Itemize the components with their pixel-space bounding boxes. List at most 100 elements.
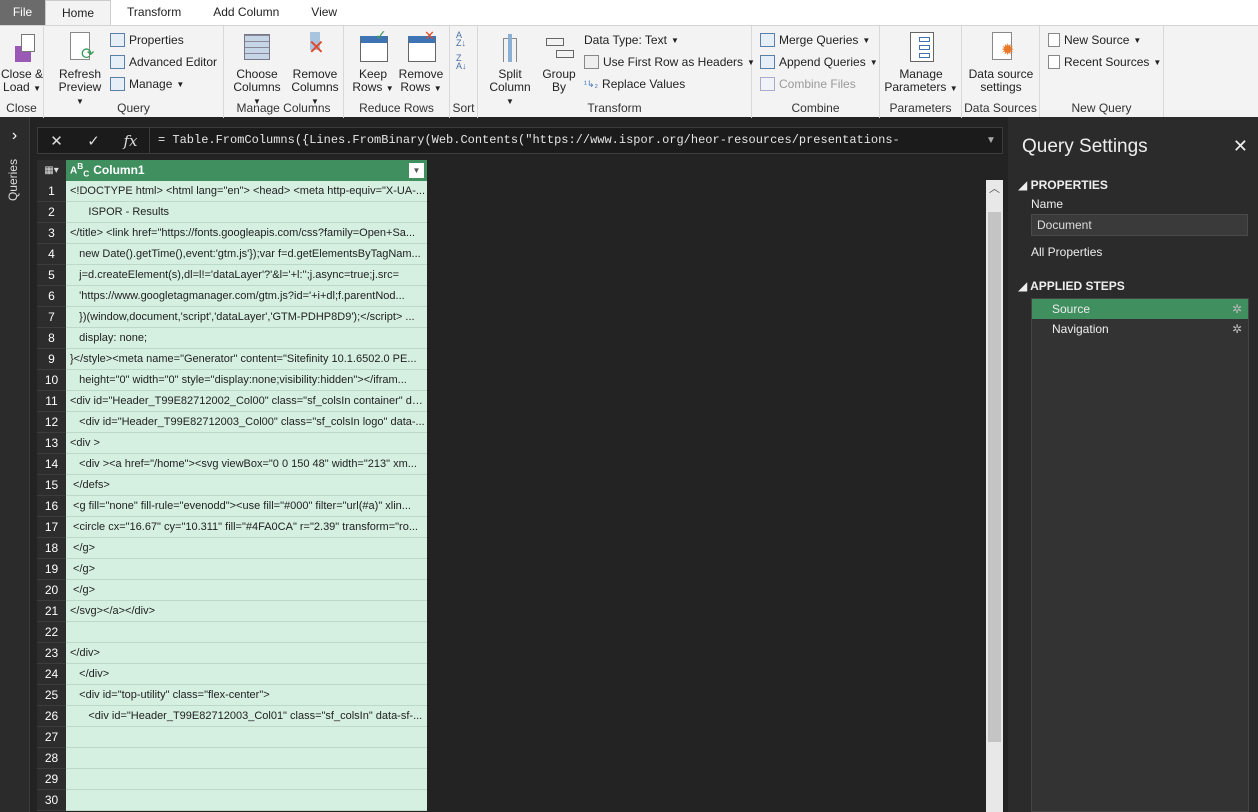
row-number[interactable]: 30 (37, 790, 66, 811)
row-number[interactable]: 8 (37, 328, 66, 349)
row-number[interactable]: 27 (37, 727, 66, 748)
gear-icon[interactable]: ✲ (1232, 299, 1242, 319)
table-cell[interactable]: new Date().getTime(),event:'gtm.js'});va… (66, 244, 427, 265)
tab-add-column[interactable]: Add Column (197, 0, 295, 25)
step-source[interactable]: Source ✲ (1032, 299, 1248, 319)
table-cell[interactable]: <div ><a href="/home"><svg viewBox="0 0 … (66, 454, 427, 475)
table-cell[interactable] (66, 727, 427, 748)
table-cell[interactable]: <circle cx="16.67" cy="10.311" fill="#4F… (66, 517, 427, 538)
row-number[interactable]: 10 (37, 370, 66, 391)
properties-heading[interactable]: ◢ PROPERTIES (1018, 178, 1108, 192)
row-number[interactable]: 17 (37, 517, 66, 538)
row-number[interactable]: 3 (37, 223, 66, 244)
table-cell[interactable]: </g> (66, 580, 427, 601)
row-number[interactable]: 26 (37, 706, 66, 727)
table-cell[interactable]: display: none; (66, 328, 427, 349)
sort-ascending-icon[interactable]: A Z↓ (456, 31, 466, 48)
group-by-button[interactable]: Group By (538, 32, 580, 94)
table-cell[interactable]: }</style><meta name="Generator" content=… (66, 349, 427, 370)
use-first-row-headers-button[interactable]: Use First Row as Headers ▼ (584, 55, 755, 69)
filter-dropdown-icon[interactable]: ▼ (409, 163, 424, 178)
keep-rows-button[interactable]: ✓ Keep Rows ▼ (350, 28, 396, 95)
commit-formula-icon[interactable]: ✓ (75, 132, 112, 150)
expand-queries-icon[interactable]: › (0, 127, 29, 145)
row-number[interactable]: 9 (37, 349, 66, 370)
vertical-scrollbar[interactable]: ︿ (986, 180, 1003, 812)
row-number[interactable]: 19 (37, 559, 66, 580)
row-number[interactable]: 11 (37, 391, 66, 412)
combine-files-button[interactable]: Combine Files (760, 77, 856, 91)
table-menu-icon[interactable]: ▦▾ (37, 160, 66, 181)
row-number[interactable]: 25 (37, 685, 66, 706)
tab-home[interactable]: Home (45, 0, 112, 25)
merge-queries-button[interactable]: Merge Queries ▼ (760, 33, 870, 47)
table-cell[interactable]: <div id="Header_T99E82712003_Col01" clas… (66, 706, 427, 727)
table-cell[interactable] (66, 622, 427, 643)
table-cell[interactable]: height="0" width="0" style="display:none… (66, 370, 427, 391)
row-number[interactable]: 23 (37, 643, 66, 664)
table-cell[interactable]: 'https://www.googletagmanager.com/gtm.js… (66, 286, 427, 307)
close-icon[interactable]: ✕ (1233, 136, 1248, 157)
table-cell[interactable]: j=d.createElement(s),dl=l!='dataLayer'?'… (66, 265, 427, 286)
table-cell[interactable]: </defs> (66, 475, 427, 496)
row-number[interactable]: 28 (37, 748, 66, 769)
properties-button[interactable]: Properties (110, 33, 184, 47)
row-number[interactable]: 2 (37, 202, 66, 223)
scroll-up-icon[interactable]: ︿ (986, 180, 1003, 198)
row-number[interactable]: 29 (37, 769, 66, 790)
row-number[interactable]: 12 (37, 412, 66, 433)
cancel-formula-icon[interactable]: ✕ (38, 132, 75, 150)
replace-values-button[interactable]: ¹↳₂ Replace Values (584, 77, 685, 91)
row-number[interactable]: 4 (37, 244, 66, 265)
scrollbar-thumb[interactable] (988, 212, 1001, 742)
step-navigation[interactable]: Navigation ✲ (1032, 319, 1248, 339)
expand-formula-icon[interactable]: ▼ (980, 135, 1002, 146)
row-number[interactable]: 5 (37, 265, 66, 286)
recent-sources-button[interactable]: Recent Sources ▼ (1048, 55, 1161, 69)
row-number[interactable]: 22 (37, 622, 66, 643)
split-column-button[interactable]: Split Column ▼ (484, 32, 536, 108)
table-cell[interactable]: </g> (66, 559, 427, 580)
data-source-settings-button[interactable]: ✹ Data source settings (964, 32, 1038, 94)
manage-parameters-button[interactable]: Manage Parameters ▼ (884, 32, 958, 95)
table-cell[interactable]: <!DOCTYPE html> <html lang="en"> <head> … (66, 181, 427, 202)
row-number[interactable]: 21 (37, 601, 66, 622)
table-cell[interactable] (66, 748, 427, 769)
remove-columns-button[interactable]: ✕ Remove Columns ▼ (288, 32, 342, 108)
choose-columns-button[interactable]: Choose Columns ▼ (230, 32, 284, 108)
row-number[interactable]: 15 (37, 475, 66, 496)
queries-pane-collapsed[interactable]: › Queries (0, 117, 30, 812)
row-number[interactable]: 14 (37, 454, 66, 475)
table-cell[interactable]: })(window,document,'script','dataLayer',… (66, 307, 427, 328)
row-number[interactable]: 24 (37, 664, 66, 685)
table-cell[interactable]: <div id="Header_T99E82712003_Col00" clas… (66, 412, 427, 433)
table-cell[interactable]: </g> (66, 538, 427, 559)
applied-steps-heading[interactable]: ◢ APPLIED STEPS (1018, 279, 1125, 293)
table-cell[interactable] (66, 790, 427, 811)
row-number[interactable]: 20 (37, 580, 66, 601)
sort-descending-icon[interactable]: Z A↓ (456, 54, 467, 71)
row-number[interactable]: 18 (37, 538, 66, 559)
data-type-dropdown[interactable]: Data Type: Text ▼ (584, 33, 679, 47)
formula-input[interactable]: = Table.FromColumns({Lines.FromBinary(We… (149, 128, 980, 153)
remove-rows-button[interactable]: ✕ Remove Rows ▼ (398, 29, 444, 95)
table-cell[interactable]: </div> (66, 664, 427, 685)
table-cell[interactable] (66, 769, 427, 790)
tab-transform[interactable]: Transform (111, 0, 197, 25)
query-name-input[interactable]: Document (1031, 214, 1248, 236)
table-cell[interactable]: </div> (66, 643, 427, 664)
all-properties-link[interactable]: All Properties (1031, 245, 1102, 259)
row-number[interactable]: 7 (37, 307, 66, 328)
gear-icon[interactable]: ✲ (1232, 319, 1242, 339)
row-number[interactable]: 16 (37, 496, 66, 517)
tab-file[interactable]: File (0, 0, 45, 25)
table-cell[interactable]: ISPOR - Results (66, 202, 427, 223)
table-cell[interactable]: </title> <link href="https://fonts.googl… (66, 223, 427, 244)
table-cell[interactable]: <div > (66, 433, 427, 454)
fx-icon[interactable]: fx (112, 132, 149, 150)
close-load-button[interactable]: Close & Load ▼ (0, 32, 44, 95)
table-cell[interactable]: </svg></a></div> (66, 601, 427, 622)
manage-button[interactable]: Manage ▼ (110, 77, 184, 91)
new-source-button[interactable]: New Source ▼ (1048, 33, 1141, 47)
row-number[interactable]: 1 (37, 181, 66, 202)
